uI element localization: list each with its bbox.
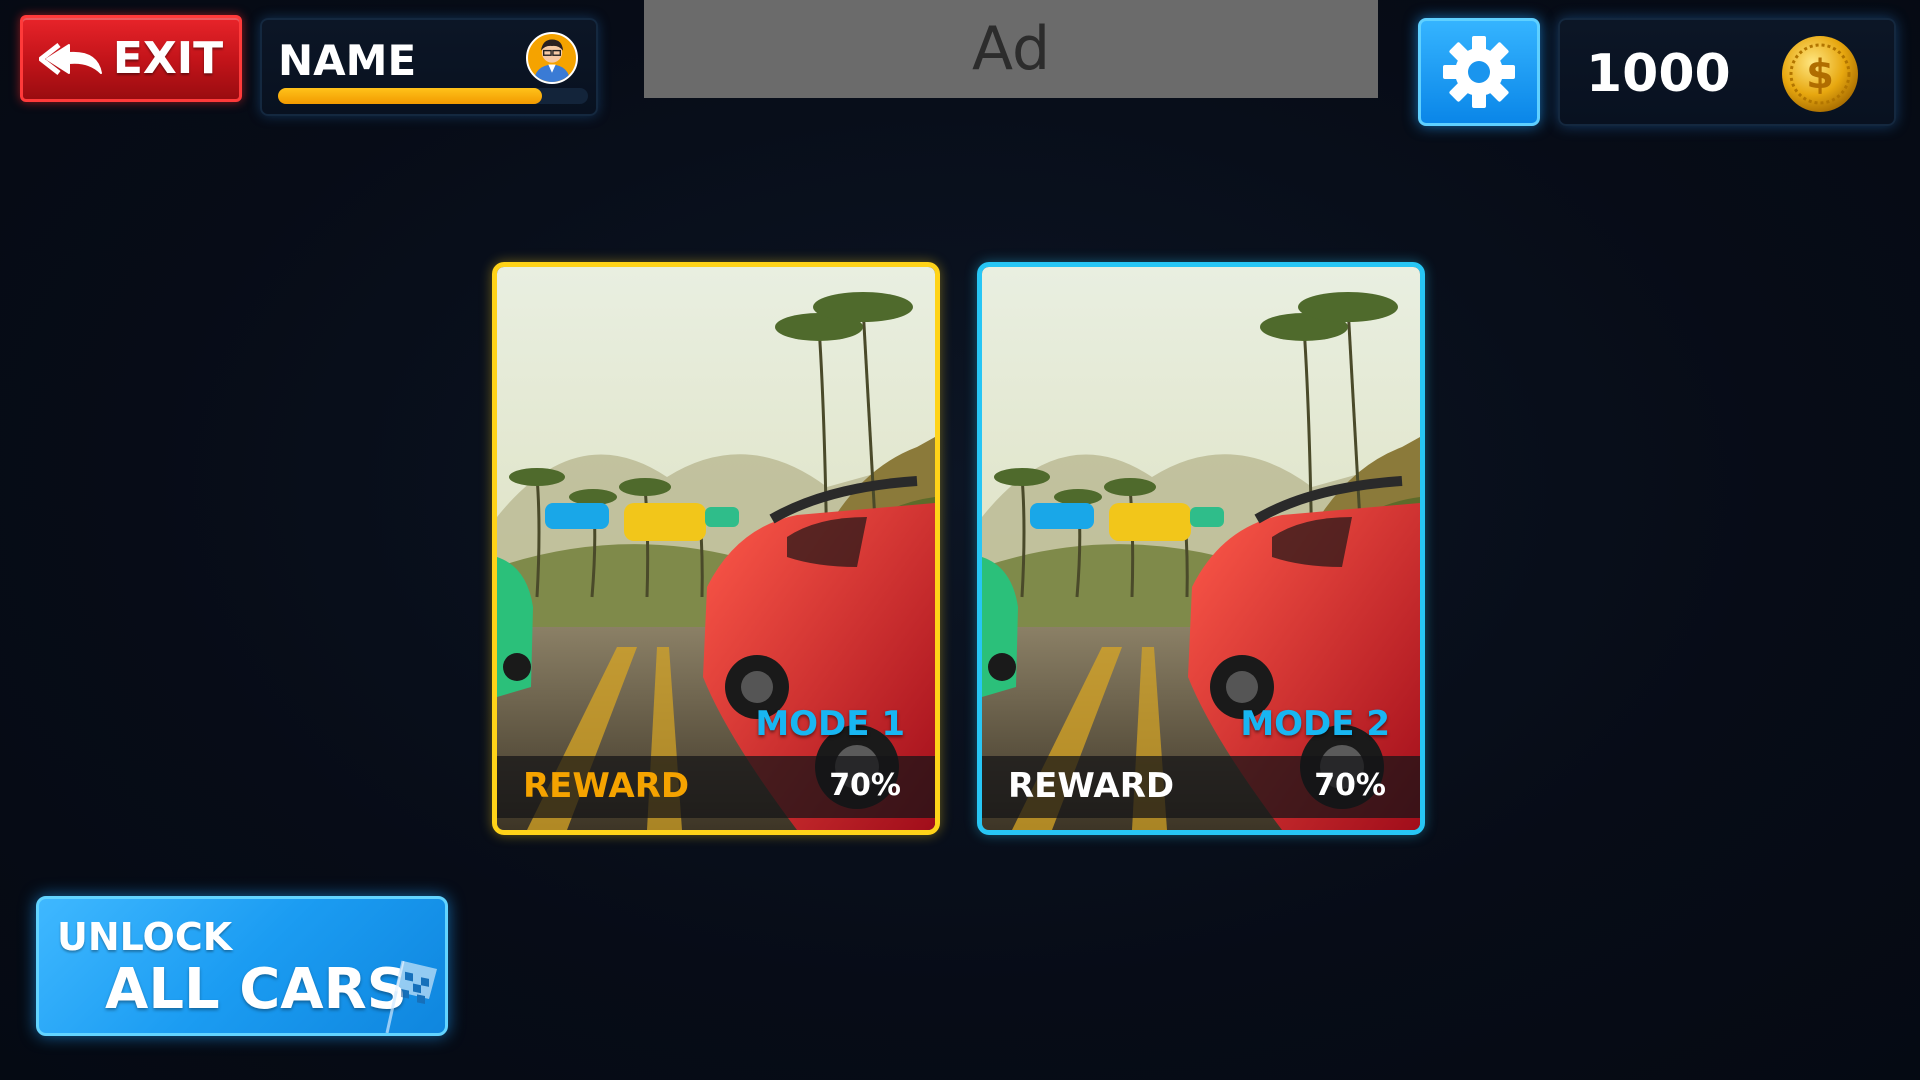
settings-button[interactable] (1418, 18, 1540, 126)
ad-label: Ad (971, 14, 1051, 84)
coin-icon: $ (1782, 36, 1858, 112)
back-arrow-icon (38, 42, 102, 75)
reward-value: 70% (1314, 768, 1386, 803)
mode-card-2[interactable]: MODE 2 REWARD 70% (977, 262, 1425, 835)
gear-icon (1443, 36, 1515, 108)
race-scene-image (497, 267, 935, 830)
svg-text:$: $ (1806, 52, 1834, 98)
unlock-label: UNLOCK (57, 915, 233, 959)
mode-label: MODE 2 (1240, 704, 1390, 744)
xp-progress-fill (278, 88, 542, 104)
reward-strip: REWARD 70% (982, 756, 1420, 818)
ad-banner[interactable]: Ad (644, 0, 1378, 98)
reward-strip: REWARD 70% (497, 756, 935, 818)
xp-progress-track (278, 88, 588, 104)
reward-value: 70% (829, 768, 901, 803)
player-name: NAME (278, 36, 417, 85)
coin-balance: 1000 (1586, 44, 1731, 104)
race-scene-image (982, 267, 1420, 830)
all-cars-label: ALL CARS (105, 957, 408, 1022)
exit-button[interactable]: EXIT (20, 15, 242, 102)
reward-label: REWARD (523, 766, 690, 806)
avatar-icon (526, 32, 578, 84)
game-menu-screen: EXIT NAME Ad 1000 $ MODE 1 REWARD 70% MO… (0, 0, 1920, 1080)
mode-card-1[interactable]: MODE 1 REWARD 70% (492, 262, 940, 835)
exit-label: EXIT (112, 33, 224, 84)
mode-label: MODE 1 (755, 704, 905, 744)
player-panel[interactable]: NAME (260, 18, 598, 116)
checkered-flag-icon (385, 960, 437, 1033)
unlock-all-cars-button[interactable]: UNLOCK ALL CARS (36, 896, 448, 1036)
reward-label: REWARD (1008, 766, 1175, 806)
coin-panel: 1000 $ (1558, 18, 1896, 126)
